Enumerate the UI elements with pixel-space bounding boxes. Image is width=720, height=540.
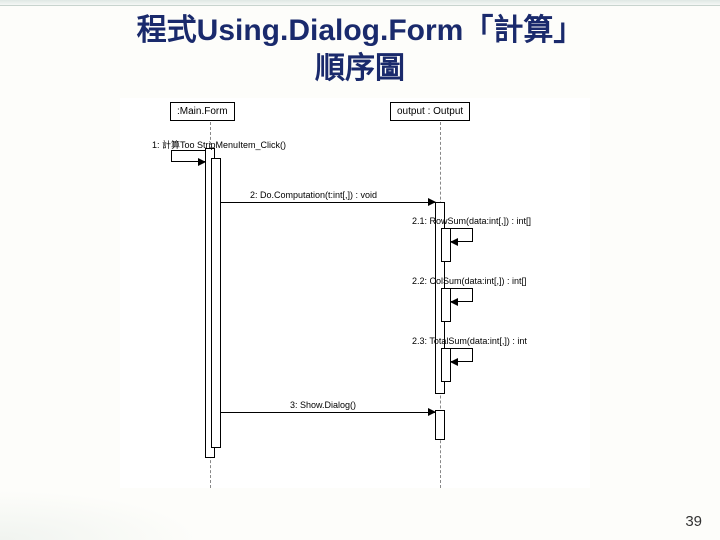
page-number: 39	[685, 513, 702, 530]
msg-2-docomputation-label: 2: Do.Computation(t:int[,]) : void	[250, 190, 377, 200]
msg-2-2-arrowhead	[450, 298, 458, 306]
msg-1-arrowhead	[198, 158, 206, 166]
msg-3-arrowhead	[428, 408, 436, 416]
msg-3-arrow	[221, 412, 435, 413]
title-line-1: 程式Using.Dialog.Form「計算」	[137, 14, 584, 47]
slide-footer-decoration	[0, 490, 200, 540]
participant-mainform: :Main.Form	[170, 102, 235, 121]
msg-2-3-totalsum-label: 2.3: TotalSum(data:int[,]) : int	[412, 336, 527, 346]
msg-2-arrowhead	[428, 198, 436, 206]
msg-3-showdialog-label: 3: Show.Dialog()	[290, 400, 356, 410]
title-line-2: 順序圖	[315, 52, 405, 85]
slide-header-decoration	[0, 0, 720, 6]
participant-output: output : Output	[390, 102, 470, 121]
sequence-diagram: :Main.Form output : Output 1: 計算Too Stri…	[120, 98, 590, 488]
msg-2-2-colsum-label: 2.2: ColSum(data:int[,]) : int[]	[412, 276, 527, 286]
activation-mainform-click	[211, 158, 221, 448]
slide-title: 程式Using.Dialog.Form「計算」 順序圖	[0, 12, 720, 87]
msg-2-3-arrowhead	[450, 358, 458, 366]
msg-2-1-arrowhead	[450, 238, 458, 246]
activation-output-showdialog	[435, 410, 445, 440]
msg-2-1-rowsum-label: 2.1: RowSum(data:int[,]) : int[]	[412, 216, 531, 226]
msg-2-arrow	[221, 202, 435, 203]
